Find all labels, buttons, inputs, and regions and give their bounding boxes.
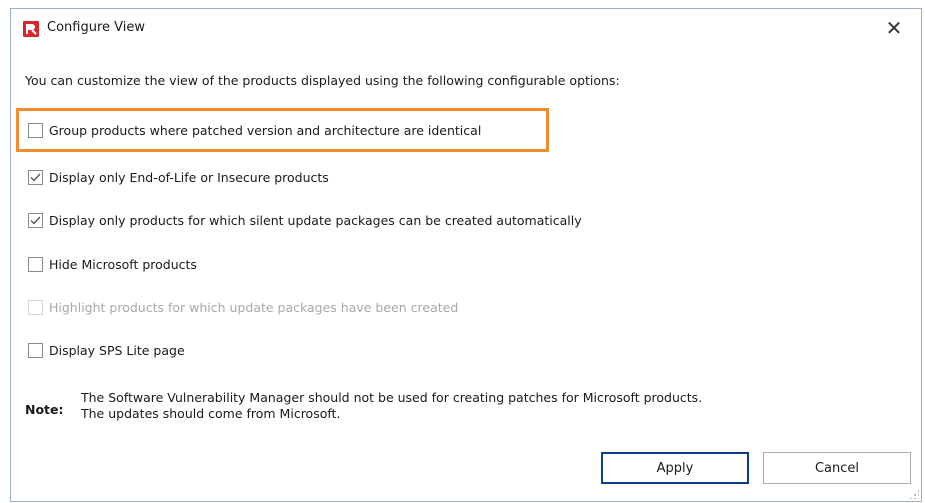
option-sps-lite[interactable]: Display SPS Lite page — [28, 340, 185, 360]
intro-text: You can customize the view of the produc… — [25, 73, 620, 88]
checkbox-sps-lite[interactable] — [28, 342, 43, 358]
checkbox-silent-update[interactable] — [28, 212, 43, 228]
apply-button[interactable]: Apply — [601, 452, 749, 484]
checkmark-icon — [30, 216, 41, 224]
note-line-1: The Software Vulnerability Manager shoul… — [81, 390, 703, 405]
checkbox-highlight-packages — [28, 299, 43, 315]
checkbox-group-products[interactable] — [28, 122, 43, 138]
note-label: Note: — [25, 402, 64, 417]
close-icon[interactable]: ✕ — [881, 15, 907, 41]
option-group-products[interactable]: Group products where patched version and… — [28, 120, 481, 140]
option-end-of-life[interactable]: Display only End-of-Life or Insecure pro… — [28, 167, 329, 187]
option-label: Display SPS Lite page — [49, 342, 185, 358]
checkbox-hide-microsoft[interactable] — [28, 256, 43, 272]
note-text: The Software Vulnerability Manager shoul… — [81, 390, 702, 422]
checkbox-end-of-life[interactable] — [28, 169, 43, 185]
cancel-button[interactable]: Cancel — [763, 452, 911, 484]
option-label: Display only End-of-Life or Insecure pro… — [49, 169, 329, 185]
resize-grip[interactable] — [909, 489, 919, 499]
option-label: Display only products for which silent u… — [49, 212, 582, 228]
option-highlight-packages: Highlight products for which update pack… — [28, 297, 458, 317]
app-logo-icon — [23, 21, 39, 37]
option-hide-microsoft[interactable]: Hide Microsoft products — [28, 254, 197, 274]
option-label: Group products where patched version and… — [49, 122, 482, 138]
option-label: Highlight products for which update pack… — [49, 299, 459, 315]
option-silent-update[interactable]: Display only products for which silent u… — [28, 210, 582, 230]
option-label: Hide Microsoft products — [49, 256, 197, 272]
configure-view-dialog: Configure View ✕ You can customize the v… — [10, 8, 922, 502]
checkmark-icon — [30, 173, 41, 181]
note-line-2: The updates should come from Microsoft. — [81, 406, 341, 421]
dialog-title: Configure View — [47, 20, 145, 35]
title-bar: Configure View ✕ — [11, 9, 921, 49]
